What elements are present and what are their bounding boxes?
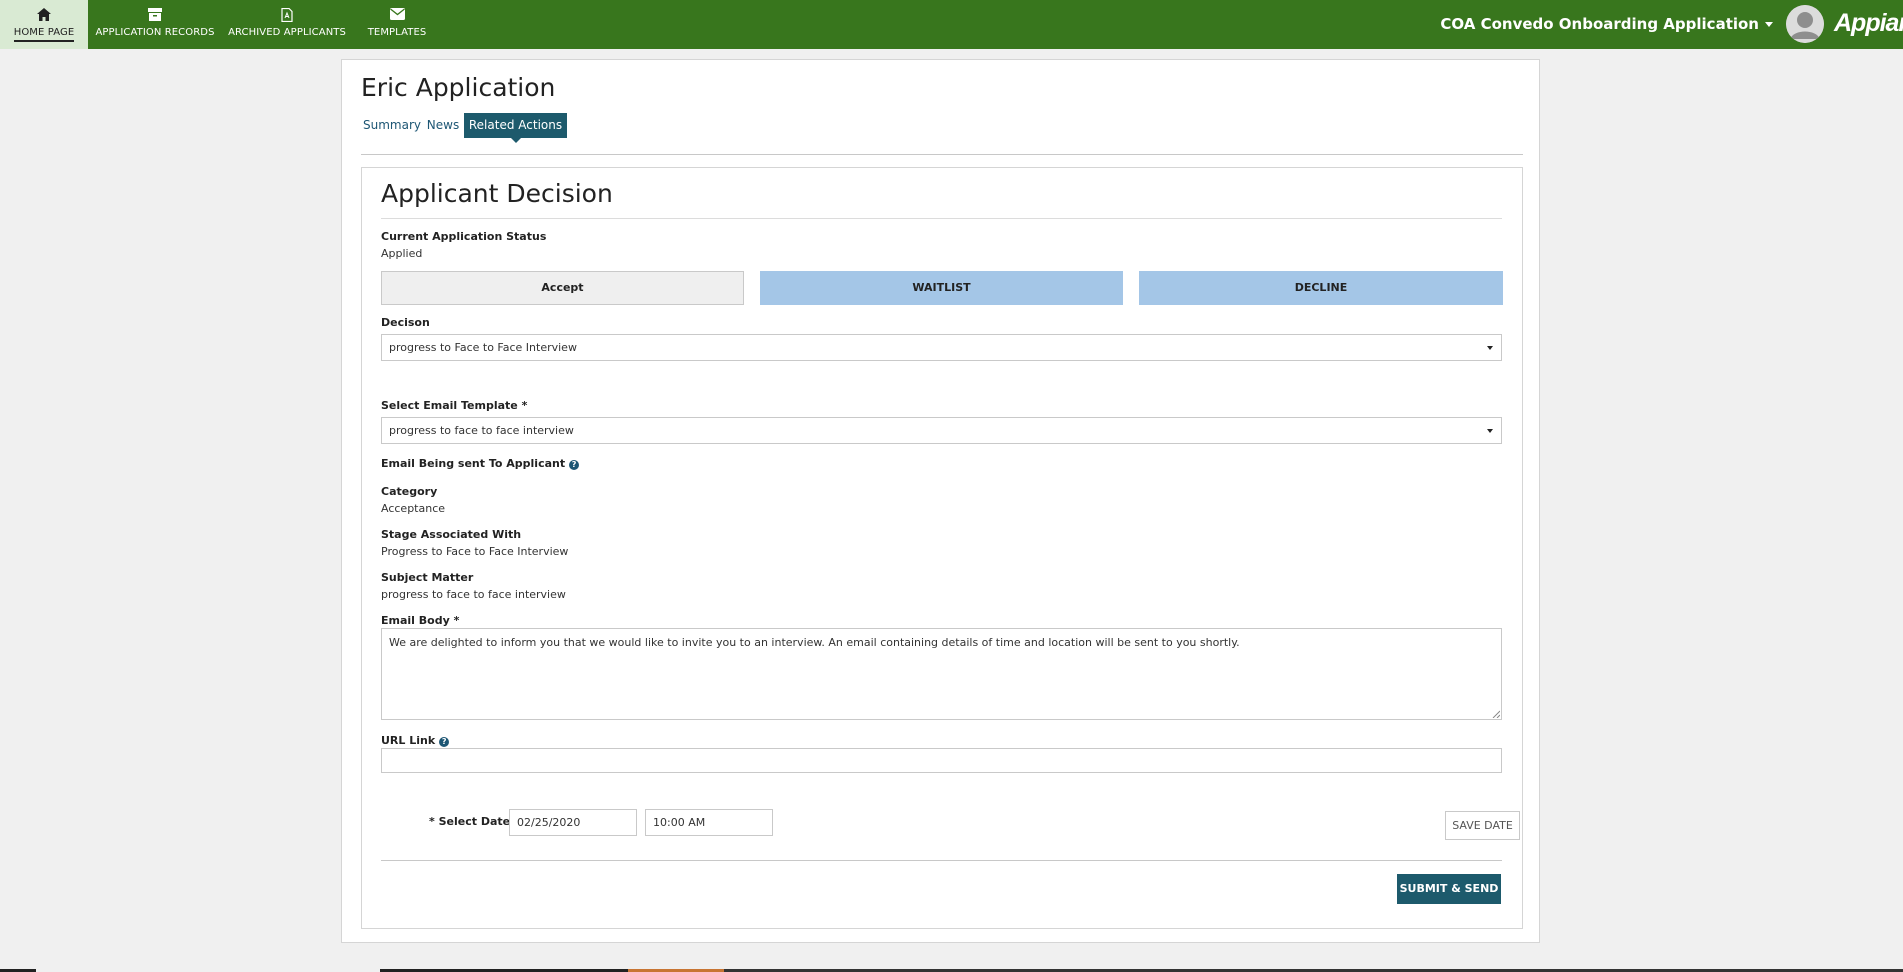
divider xyxy=(361,154,1523,155)
form-title: Applicant Decision xyxy=(381,179,613,208)
stage-label: Stage Associated With xyxy=(381,528,522,541)
document-icon xyxy=(222,8,352,22)
email-section-label: Email Being sent To Applicant? xyxy=(381,457,580,470)
decision-selected-value: progress to Face to Face Interview xyxy=(389,341,577,354)
divider xyxy=(381,218,1502,219)
nav-records-label: APPLICATION RECORDS xyxy=(95,27,215,38)
nav-templates[interactable]: TEMPLATES xyxy=(352,0,442,49)
help-icon[interactable]: ? xyxy=(569,460,580,470)
category-value: Acceptance xyxy=(381,502,446,515)
help-icon[interactable]: ? xyxy=(439,737,450,747)
top-navigation-bar: HOME PAGE APPLICATION RECORDS ARCHIVED A… xyxy=(0,0,1903,49)
nav-application-records[interactable]: APPLICATION RECORDS xyxy=(88,0,222,49)
accept-button[interactable]: Accept xyxy=(381,271,744,305)
resize-handle-icon[interactable] xyxy=(1492,710,1500,718)
applicant-decision-form: Applicant Decision Current Application S… xyxy=(361,167,1523,929)
url-link-label: URL Link? xyxy=(381,734,450,747)
record-view-card: Eric Application Summary News Related Ac… xyxy=(341,59,1540,943)
time-input[interactable]: 10:00 AM xyxy=(645,809,773,836)
home-icon xyxy=(0,8,88,22)
envelope-icon xyxy=(352,8,442,22)
status-label: Current Application Status xyxy=(381,230,547,243)
nav-archived-label: ARCHIVED APPLICANTS xyxy=(228,27,346,38)
tab-related-actions[interactable]: Related Actions xyxy=(464,113,567,143)
email-template-label: Select Email Template * xyxy=(381,399,528,412)
email-body-text: We are delighted to inform you that we w… xyxy=(389,636,1240,649)
subject-value: progress to face to face interview xyxy=(381,588,566,601)
stage-value: Progress to Face to Face Interview xyxy=(381,545,569,558)
archive-box-icon xyxy=(88,8,222,22)
url-link-input[interactable] xyxy=(381,748,1502,773)
nav-archived-applicants[interactable]: ARCHIVED APPLICANTS xyxy=(222,0,352,49)
nav-templates-label: TEMPLATES xyxy=(367,27,427,38)
caret-down-icon xyxy=(1487,429,1493,433)
caret-down-icon xyxy=(1765,22,1773,27)
email-body-label: Email Body * xyxy=(381,614,460,627)
caret-down-icon xyxy=(1487,346,1493,350)
divider xyxy=(381,860,1502,861)
submit-and-send-button[interactable]: SUBMIT & SEND xyxy=(1397,874,1501,904)
status-value: Applied xyxy=(381,247,423,260)
decision-label: Decison xyxy=(381,316,430,329)
email-template-selected-value: progress to face to face interview xyxy=(389,424,574,437)
tab-news[interactable]: News xyxy=(423,113,463,138)
page-title: Eric Application xyxy=(361,73,556,102)
appian-logo: Appian xyxy=(1834,9,1903,37)
email-template-dropdown[interactable]: progress to face to face interview xyxy=(381,417,1502,444)
tab-summary[interactable]: Summary xyxy=(361,113,423,138)
date-input[interactable]: 02/25/2020 xyxy=(509,809,637,836)
category-label: Category xyxy=(381,485,438,498)
decision-dropdown[interactable]: progress to Face to Face Interview xyxy=(381,334,1502,361)
decline-button[interactable]: DECLINE xyxy=(1139,271,1503,305)
application-name: COA Convedo Onboarding Application xyxy=(1440,15,1759,33)
avatar[interactable] xyxy=(1786,5,1824,43)
nav-home-page[interactable]: HOME PAGE xyxy=(0,0,88,49)
application-switcher[interactable]: COA Convedo Onboarding Application xyxy=(1440,15,1773,33)
select-date-label: * Select Date xyxy=(429,815,511,828)
taskbar-edge xyxy=(0,968,1903,972)
save-date-button[interactable]: SAVE DATE xyxy=(1445,811,1520,840)
subject-label: Subject Matter xyxy=(381,571,474,584)
email-body-textarea[interactable]: We are delighted to inform you that we w… xyxy=(381,628,1502,720)
waitlist-button[interactable]: WAITLIST xyxy=(760,271,1123,305)
nav-home-label: HOME PAGE xyxy=(13,27,75,42)
